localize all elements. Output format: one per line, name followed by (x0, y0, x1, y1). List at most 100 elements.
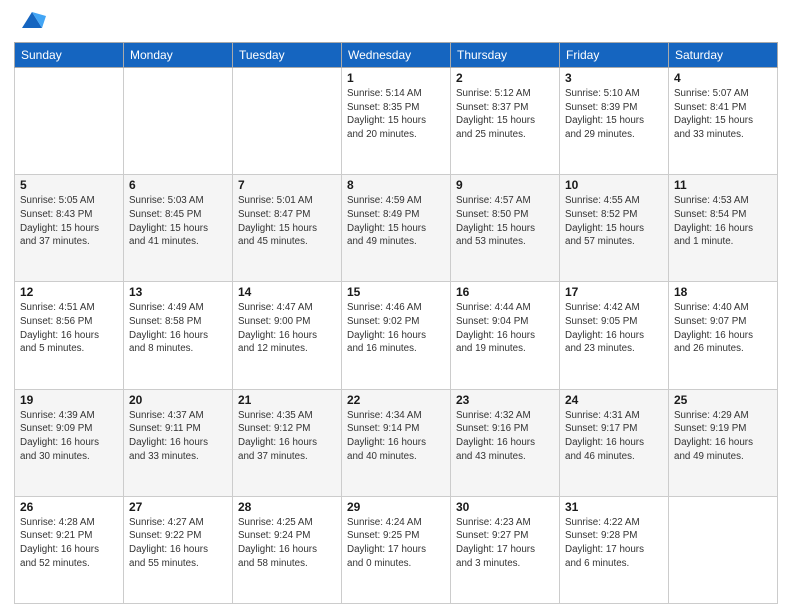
weekday-header-saturday: Saturday (669, 43, 778, 68)
day-info: Sunrise: 4:39 AM Sunset: 9:09 PM Dayligh… (20, 409, 118, 464)
day-info: Sunrise: 4:59 AM Sunset: 8:49 PM Dayligh… (347, 194, 445, 249)
day-cell: 7Sunrise: 5:01 AM Sunset: 8:47 PM Daylig… (233, 175, 342, 282)
day-cell: 17 Sunrise: 4:42 AM Sunset: 9:05 PM Dayli… (560, 282, 669, 389)
day-cell: 14Sunrise: 4:47 AM Sunset: 9:00 PM Dayli… (233, 282, 342, 389)
day-cell: 9Sunrise: 4:57 AM Sunset: 8:50 PM Daylig… (451, 175, 560, 282)
day-cell (124, 68, 233, 175)
day-cell: 31 Sunrise: 4:22 AM Sunset: 9:28 PM Dayli… (560, 496, 669, 603)
weekday-header-sunday: Sunday (15, 43, 124, 68)
day-cell: 11 Sunrise: 4:53 AM Sunset: 8:54 PM Dayli… (669, 175, 778, 282)
day-cell: 4Sunrise: 5:07 AM Sunset: 8:41 PM Daylig… (669, 68, 778, 175)
day-number: 28 (238, 500, 336, 514)
week-row-4: 19 Sunrise: 4:39 AM Sunset: 9:09 PM Dayli… (15, 389, 778, 496)
week-row-5: 26 Sunrise: 4:28 AM Sunset: 9:21 PM Dayli… (15, 496, 778, 603)
day-info: Sunrise: 4:46 AM Sunset: 9:02 PM Dayligh… (347, 301, 445, 356)
day-cell: 30 Sunrise: 4:23 AM Sunset: 9:27 PM Dayli… (451, 496, 560, 603)
day-info: Sunrise: 4:44 AM Sunset: 9:04 PM Dayligh… (456, 301, 554, 356)
day-cell (15, 68, 124, 175)
day-cell: 21 Sunrise: 4:35 AM Sunset: 9:12 PM Dayli… (233, 389, 342, 496)
day-cell: 12 Sunrise: 4:51 AM Sunset: 8:56 PM Dayli… (15, 282, 124, 389)
day-number: 12 (20, 285, 118, 299)
day-cell: 22Sunrise: 4:34 AM Sunset: 9:14 PM Dayli… (342, 389, 451, 496)
day-number: 6 (129, 178, 227, 192)
day-info: Sunrise: 4:53 AM Sunset: 8:54 PM Dayligh… (674, 194, 772, 249)
day-cell: 24Sunrise: 4:31 AM Sunset: 9:17 PM Dayli… (560, 389, 669, 496)
day-cell: 15 Sunrise: 4:46 AM Sunset: 9:02 PM Dayli… (342, 282, 451, 389)
day-number: 11 (674, 178, 772, 192)
day-info: Sunrise: 4:32 AM Sunset: 9:16 PM Dayligh… (456, 409, 554, 464)
day-cell: 28Sunrise: 4:25 AM Sunset: 9:24 PM Dayli… (233, 496, 342, 603)
week-row-1: 1 Sunrise: 5:14 AM Sunset: 8:35 PM Daylig… (15, 68, 778, 175)
week-row-2: 5 Sunrise: 5:05 AM Sunset: 8:43 PM Daylig… (15, 175, 778, 282)
day-info: Sunrise: 4:34 AM Sunset: 9:14 PM Dayligh… (347, 409, 445, 464)
day-info: Sunrise: 5:03 AM Sunset: 8:45 PM Dayligh… (129, 194, 227, 249)
day-cell: 3 Sunrise: 5:10 AM Sunset: 8:39 PM Daylig… (560, 68, 669, 175)
day-info: Sunrise: 4:55 AM Sunset: 8:52 PM Dayligh… (565, 194, 663, 249)
weekday-header-monday: Monday (124, 43, 233, 68)
day-number: 1 (347, 71, 445, 85)
day-cell (233, 68, 342, 175)
day-number: 15 (347, 285, 445, 299)
weekday-header-wednesday: Wednesday (342, 43, 451, 68)
day-info: Sunrise: 5:01 AM Sunset: 8:47 PM Dayligh… (238, 194, 336, 249)
day-cell: 13 Sunrise: 4:49 AM Sunset: 8:58 PM Dayli… (124, 282, 233, 389)
day-number: 5 (20, 178, 118, 192)
day-info: Sunrise: 5:12 AM Sunset: 8:37 PM Dayligh… (456, 87, 554, 142)
day-number: 13 (129, 285, 227, 299)
day-number: 16 (456, 285, 554, 299)
weekday-header-row: SundayMondayTuesdayWednesdayThursdayFrid… (15, 43, 778, 68)
day-cell: 29Sunrise: 4:24 AM Sunset: 9:25 PM Dayli… (342, 496, 451, 603)
day-info: Sunrise: 4:35 AM Sunset: 9:12 PM Dayligh… (238, 409, 336, 464)
day-number: 3 (565, 71, 663, 85)
day-info: Sunrise: 4:22 AM Sunset: 9:28 PM Dayligh… (565, 516, 663, 571)
day-number: 23 (456, 393, 554, 407)
page: SundayMondayTuesdayWednesdayThursdayFrid… (0, 0, 792, 612)
day-cell: 8Sunrise: 4:59 AM Sunset: 8:49 PM Daylig… (342, 175, 451, 282)
day-info: Sunrise: 4:37 AM Sunset: 9:11 PM Dayligh… (129, 409, 227, 464)
day-cell: 19 Sunrise: 4:39 AM Sunset: 9:09 PM Dayli… (15, 389, 124, 496)
day-number: 26 (20, 500, 118, 514)
day-info: Sunrise: 4:51 AM Sunset: 8:56 PM Dayligh… (20, 301, 118, 356)
day-info: Sunrise: 4:29 AM Sunset: 9:19 PM Dayligh… (674, 409, 772, 464)
day-info: Sunrise: 4:27 AM Sunset: 9:22 PM Dayligh… (129, 516, 227, 571)
day-info: Sunrise: 4:49 AM Sunset: 8:58 PM Dayligh… (129, 301, 227, 356)
logo (14, 10, 46, 34)
day-info: Sunrise: 5:07 AM Sunset: 8:41 PM Dayligh… (674, 87, 772, 142)
day-cell (669, 496, 778, 603)
calendar-table: SundayMondayTuesdayWednesdayThursdayFrid… (14, 42, 778, 604)
day-info: Sunrise: 4:31 AM Sunset: 9:17 PM Dayligh… (565, 409, 663, 464)
day-number: 31 (565, 500, 663, 514)
day-info: Sunrise: 4:24 AM Sunset: 9:25 PM Dayligh… (347, 516, 445, 571)
day-info: Sunrise: 5:14 AM Sunset: 8:35 PM Dayligh… (347, 87, 445, 142)
week-row-3: 12 Sunrise: 4:51 AM Sunset: 8:56 PM Dayli… (15, 282, 778, 389)
day-info: Sunrise: 5:10 AM Sunset: 8:39 PM Dayligh… (565, 87, 663, 142)
day-info: Sunrise: 4:23 AM Sunset: 9:27 PM Dayligh… (456, 516, 554, 571)
day-number: 2 (456, 71, 554, 85)
day-cell: 1 Sunrise: 5:14 AM Sunset: 8:35 PM Daylig… (342, 68, 451, 175)
weekday-header-tuesday: Tuesday (233, 43, 342, 68)
day-cell: 23 Sunrise: 4:32 AM Sunset: 9:16 PM Dayli… (451, 389, 560, 496)
weekday-header-thursday: Thursday (451, 43, 560, 68)
day-info: Sunrise: 4:28 AM Sunset: 9:21 PM Dayligh… (20, 516, 118, 571)
day-cell: 2 Sunrise: 5:12 AM Sunset: 8:37 PM Daylig… (451, 68, 560, 175)
logo-icon (18, 6, 46, 34)
day-number: 18 (674, 285, 772, 299)
day-number: 27 (129, 500, 227, 514)
day-cell: 26 Sunrise: 4:28 AM Sunset: 9:21 PM Dayli… (15, 496, 124, 603)
day-info: Sunrise: 4:40 AM Sunset: 9:07 PM Dayligh… (674, 301, 772, 356)
day-info: Sunrise: 5:05 AM Sunset: 8:43 PM Dayligh… (20, 194, 118, 249)
weekday-header-friday: Friday (560, 43, 669, 68)
day-number: 17 (565, 285, 663, 299)
header (14, 10, 778, 34)
day-cell: 18 Sunrise: 4:40 AM Sunset: 9:07 PM Dayli… (669, 282, 778, 389)
day-info: Sunrise: 4:57 AM Sunset: 8:50 PM Dayligh… (456, 194, 554, 249)
day-cell: 27 Sunrise: 4:27 AM Sunset: 9:22 PM Dayli… (124, 496, 233, 603)
day-number: 14 (238, 285, 336, 299)
day-number: 19 (20, 393, 118, 407)
day-info: Sunrise: 4:42 AM Sunset: 9:05 PM Dayligh… (565, 301, 663, 356)
day-number: 30 (456, 500, 554, 514)
day-number: 20 (129, 393, 227, 407)
day-number: 21 (238, 393, 336, 407)
day-cell: 25 Sunrise: 4:29 AM Sunset: 9:19 PM Dayli… (669, 389, 778, 496)
day-number: 25 (674, 393, 772, 407)
